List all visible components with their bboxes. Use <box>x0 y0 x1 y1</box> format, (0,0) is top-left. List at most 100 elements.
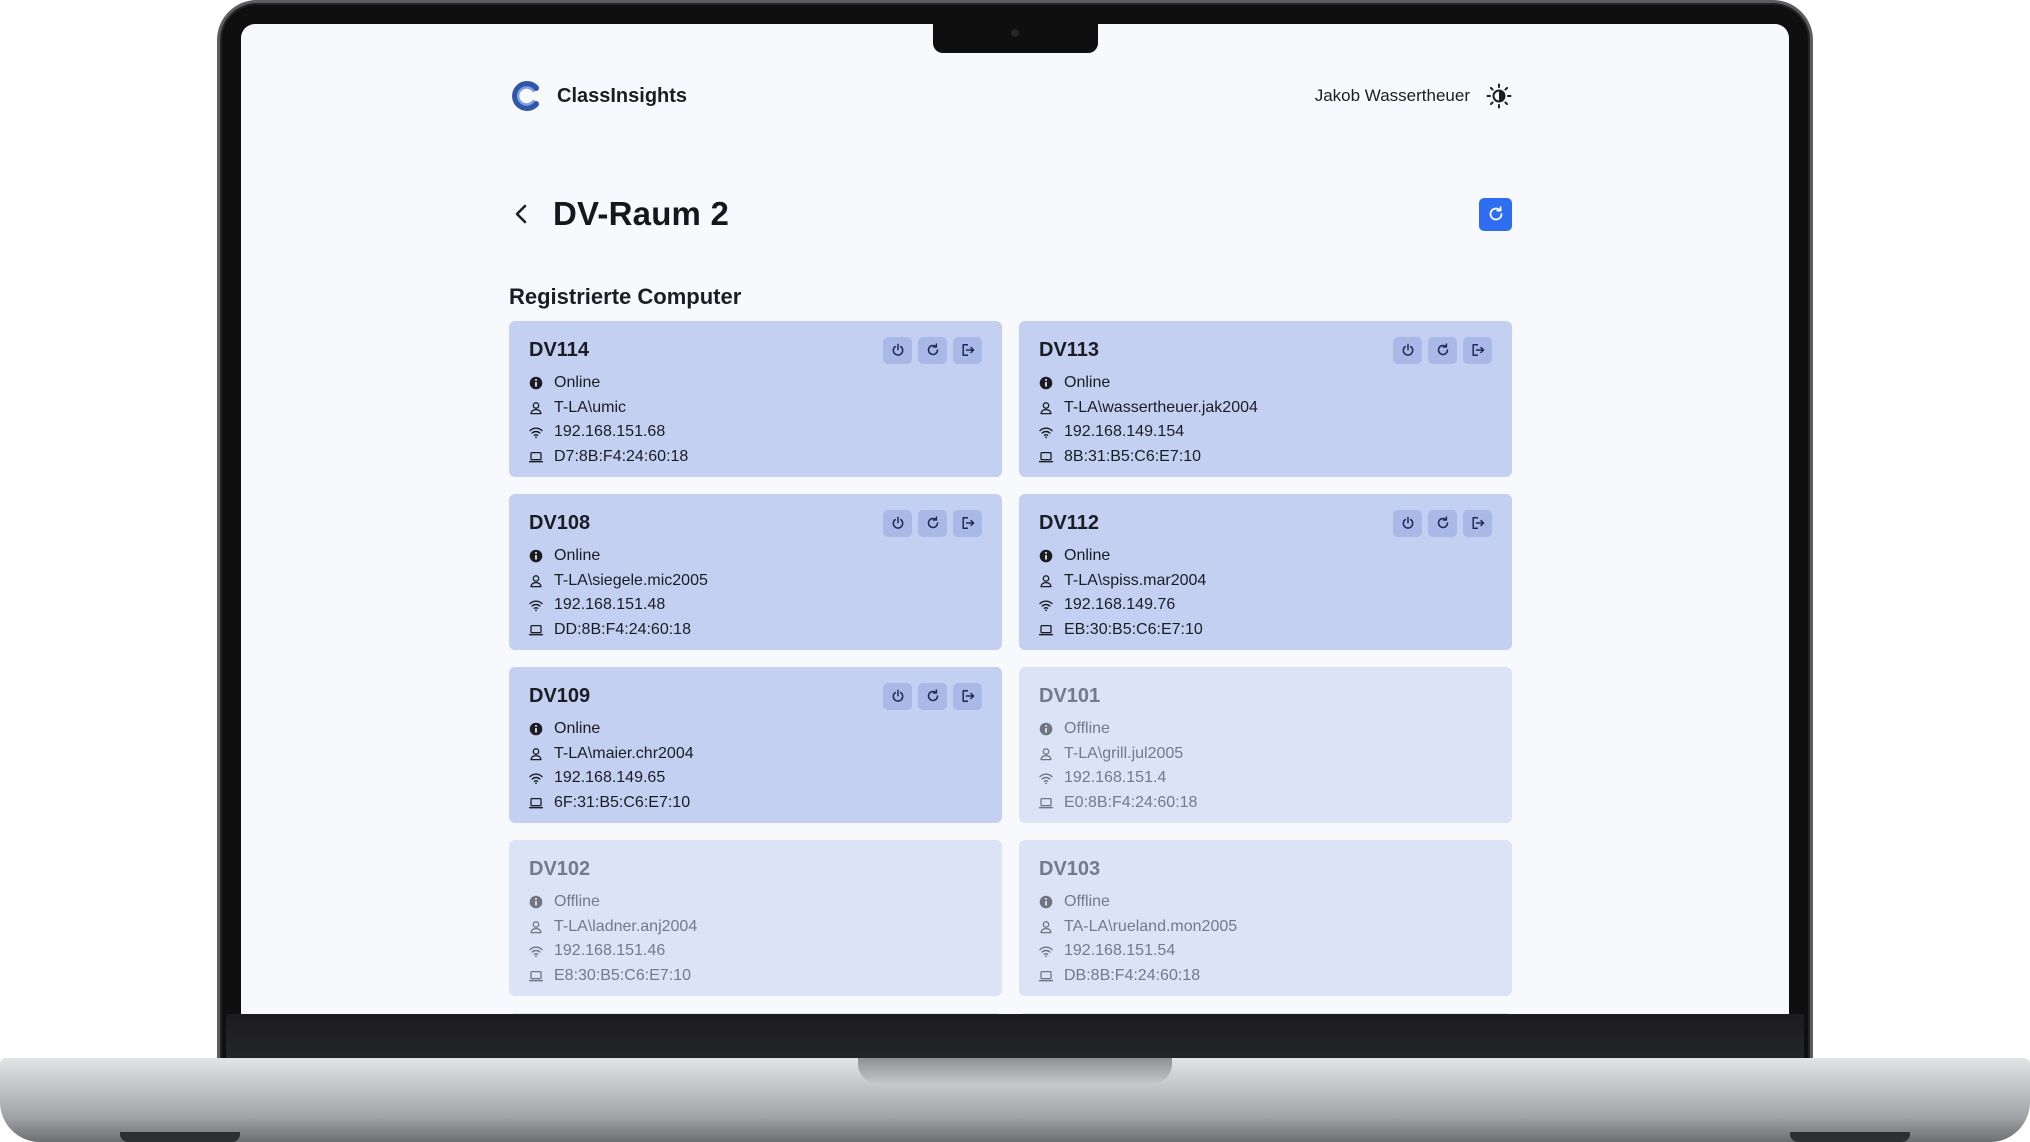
computer-user: T-LA\siegele.mic2005 <box>554 571 708 589</box>
status-row: Offline <box>529 890 982 915</box>
mac-row: D7:8B:F4:24:60:18 <box>529 445 982 470</box>
wifi-icon <box>529 773 543 785</box>
classinsights-logo-icon <box>512 81 539 111</box>
wifi-icon <box>1039 600 1053 612</box>
info-circle-icon <box>1039 895 1053 909</box>
info-circle-icon <box>529 895 543 909</box>
logout-button[interactable] <box>953 336 982 364</box>
computer-mac: EB:30:B5:C6:E7:10 <box>1064 620 1203 638</box>
logout-button[interactable] <box>953 509 982 537</box>
refresh-button[interactable] <box>1479 197 1512 231</box>
wifi-icon <box>529 427 543 439</box>
mac-row: E0:8B:F4:24:60:18 <box>1039 791 1492 816</box>
restart-button[interactable] <box>918 509 947 537</box>
shutdown-button[interactable] <box>883 336 912 364</box>
computer-name: DV114 <box>529 338 590 361</box>
computer-card[interactable]: DV101 Offline T-LA\grill.jul2005 192.168… <box>1019 667 1512 823</box>
computer-ip: 192.168.151.54 <box>1064 942 1176 960</box>
theme-toggle-icon[interactable] <box>1486 83 1512 109</box>
computer-ip: 192.168.149.76 <box>1064 596 1176 614</box>
computer-user: TA-LA\rueland.mon2005 <box>1064 917 1238 935</box>
page-titlebar: DV-Raum 2 <box>509 194 1512 234</box>
user-row: T-LA\grill.jul2005 <box>1039 742 1492 767</box>
computer-name: DV113 <box>1039 338 1100 361</box>
computer-card[interactable]: DV108 Online T-LA\siegele.mic2005 192.16… <box>509 494 1002 650</box>
title-group: DV-Raum 2 <box>509 195 729 233</box>
logout-icon <box>961 690 974 702</box>
refresh-icon <box>1489 206 1502 221</box>
computer-status: Online <box>554 374 601 392</box>
mac-row: E8:30:B5:C6:E7:10 <box>529 964 982 989</box>
computer-card-partial <box>509 1013 1002 1014</box>
computer-actions <box>883 509 982 537</box>
status-row: Online <box>1039 371 1492 396</box>
mac-row: DB:8B:F4:24:60:18 <box>1039 964 1492 989</box>
mac-row: 8B:31:B5:C6:E7:10 <box>1039 445 1492 470</box>
restart-button[interactable] <box>918 682 947 710</box>
back-arrow-icon[interactable] <box>509 201 535 227</box>
user-name[interactable]: Jakob Wassertheuer <box>1315 86 1470 106</box>
computer-mac: E8:30:B5:C6:E7:10 <box>554 966 691 984</box>
status-row: Offline <box>1039 890 1492 915</box>
computer-status: Offline <box>1064 720 1110 738</box>
shutdown-button[interactable] <box>1393 336 1422 364</box>
status-row: Online <box>529 717 982 742</box>
shutdown-button[interactable] <box>1393 509 1422 537</box>
camera-icon <box>1011 29 1019 37</box>
computer-status: Offline <box>554 893 600 911</box>
computer-card[interactable]: DV113 Online T-LA\wassertheuer.jak2004 1… <box>1019 321 1512 477</box>
computer-card[interactable]: DV109 Online T-LA\maier.chr2004 192.168.… <box>509 667 1002 823</box>
computer-mac: 8B:31:B5:C6:E7:10 <box>1064 447 1201 465</box>
power-icon <box>892 343 903 356</box>
shutdown-button[interactable] <box>883 509 912 537</box>
status-row: Online <box>529 544 982 569</box>
classinsights-app: ClassInsights Jakob Wassertheuer DV-Raum… <box>241 24 1789 1014</box>
ip-row: 192.168.151.4 <box>1039 766 1492 791</box>
computer-user: T-LA\ladner.anj2004 <box>554 917 698 935</box>
logout-button[interactable] <box>953 682 982 710</box>
power-icon <box>892 689 903 702</box>
logout-button[interactable] <box>1463 509 1492 537</box>
computer-mac: E0:8B:F4:24:60:18 <box>1064 793 1198 811</box>
computer-ip: 192.168.151.68 <box>554 423 666 441</box>
computer-actions <box>1393 509 1492 537</box>
computer-ip: 192.168.149.65 <box>554 769 666 787</box>
computer-name: DV101 <box>1039 684 1101 707</box>
info-circle-icon <box>529 722 543 736</box>
user-icon <box>530 401 542 414</box>
computer-card[interactable]: DV112 Online T-LA\spiss.mar2004 192.168.… <box>1019 494 1512 650</box>
computer-card[interactable]: DV114 Online T-LA\umic 192.168.151.68 D7… <box>509 321 1002 477</box>
computer-card[interactable]: DV103 Offline TA-LA\rueland.mon2005 192.… <box>1019 840 1512 996</box>
computer-user: T-LA\wassertheuer.jak2004 <box>1064 398 1258 416</box>
shutdown-button[interactable] <box>883 682 912 710</box>
laptop-foot-right <box>1790 1132 1910 1142</box>
computer-actions <box>883 682 982 710</box>
ip-row: 192.168.149.76 <box>1039 593 1492 618</box>
brand[interactable]: ClassInsights <box>509 79 687 113</box>
computer-name: DV103 <box>1039 857 1101 880</box>
logout-button[interactable] <box>1463 336 1492 364</box>
restart-button[interactable] <box>1428 509 1457 537</box>
info-circle-icon <box>1039 722 1053 736</box>
restart-button[interactable] <box>1428 336 1457 364</box>
mac-row: EB:30:B5:C6:E7:10 <box>1039 618 1492 643</box>
user-icon <box>530 574 542 587</box>
ip-row: 192.168.151.68 <box>529 420 982 445</box>
user-icon <box>530 920 542 933</box>
computer-card[interactable]: DV102 Offline T-LA\ladner.anj2004 192.16… <box>509 840 1002 996</box>
app-header: ClassInsights Jakob Wassertheuer <box>509 76 1512 116</box>
computer-status: Online <box>554 547 601 565</box>
restart-button[interactable] <box>918 336 947 364</box>
laptop-icon <box>1039 797 1053 809</box>
computer-mac: 6F:31:B5:C6:E7:10 <box>554 793 691 811</box>
wifi-icon <box>1039 946 1053 958</box>
laptop-icon <box>529 451 543 463</box>
user-row: T-LA\spiss.mar2004 <box>1039 569 1492 594</box>
ip-row: 192.168.151.48 <box>529 593 982 618</box>
laptop-icon <box>529 624 543 636</box>
user-icon <box>1040 401 1052 414</box>
restart-icon <box>927 343 938 356</box>
computer-actions <box>1393 336 1492 364</box>
info-circle-icon <box>529 549 543 563</box>
logout-icon <box>961 517 974 529</box>
